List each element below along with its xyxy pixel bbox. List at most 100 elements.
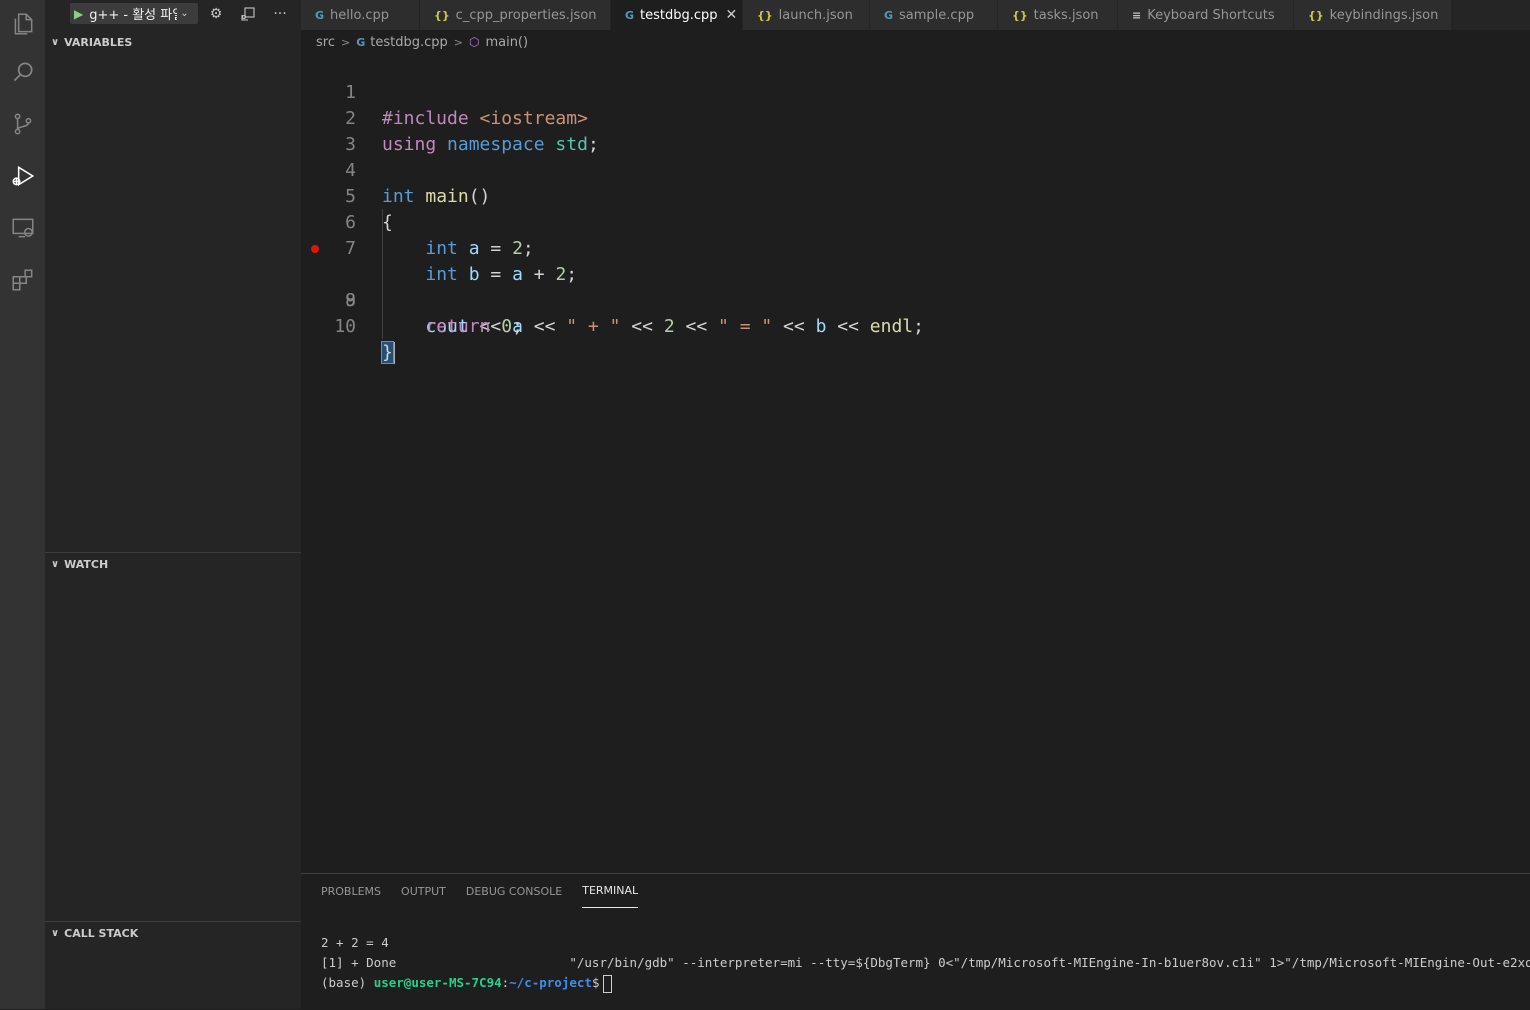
source-control-icon[interactable]	[0, 100, 45, 148]
token: b	[815, 316, 827, 337]
breadcrumb-file[interactable]: testdbg.cpp	[370, 35, 448, 50]
terminal-cursor	[603, 974, 613, 993]
json-file-icon: {}	[1308, 8, 1324, 22]
code-line[interactable]: 7 int b = a + 2;	[301, 210, 1530, 285]
debug-toolbar: ▶ g++ - 활성 파일 ⌄ ⚙ ···	[45, 0, 301, 28]
tab-keyboard-shortcuts[interactable]: ≡ Keyboard Shortcuts	[1118, 0, 1294, 30]
chevron-right-icon: >	[340, 35, 351, 49]
code-editor[interactable]: 1 #include <iostream> 2 using namespace …	[301, 54, 1530, 872]
breakpoint-icon[interactable]	[311, 245, 319, 253]
launch-config-label: g++ - 활성 파일	[89, 8, 178, 23]
cpp-file-icon: G	[356, 35, 366, 49]
token: 2	[663, 316, 675, 337]
explorer-icon[interactable]	[0, 0, 45, 48]
terminal-line: [1] + Done "/usr/bin/gdb" --interpreter=…	[321, 955, 1530, 970]
tab-sample-cpp[interactable]: G sample.cpp	[870, 0, 998, 30]
remote-explorer-icon[interactable]	[0, 204, 45, 252]
code-line[interactable]: 8 cout << a << " + " << 2 << " = " << b …	[301, 236, 1530, 337]
token: 0	[501, 316, 513, 337]
token: <<	[826, 316, 870, 337]
code-line[interactable]: 5 {	[301, 158, 1530, 233]
tab-output[interactable]: OUTPUT	[401, 874, 446, 908]
launch-config-dropdown[interactable]: ▶ g++ - 활성 파일 ⌄	[70, 3, 198, 24]
tab-label: keybindings.json	[1329, 7, 1439, 23]
breadcrumb: src > G testdbg.cpp > ⬡ main()	[316, 32, 528, 52]
prompt-env: (base)	[321, 975, 374, 990]
tab-launch-json[interactable]: {} launch.json	[743, 0, 870, 30]
token: <<	[522, 316, 567, 337]
token: ;	[512, 316, 523, 337]
symbol-method-icon: ⬡	[468, 35, 480, 49]
gear-icon[interactable]: ⚙	[206, 4, 226, 24]
code-line[interactable]: 9 return 0;	[301, 262, 1530, 337]
token: " + "	[566, 316, 621, 337]
token: }	[381, 341, 394, 364]
keybinding-list-icon: ≡	[1132, 8, 1142, 22]
cpp-file-icon: G	[884, 8, 894, 22]
code-line[interactable]: 4 int main()	[301, 132, 1530, 207]
tab-terminal[interactable]: TERMINAL	[582, 874, 639, 908]
breadcrumb-folder[interactable]: src	[316, 35, 335, 50]
tab-label: hello.cpp	[330, 7, 390, 23]
token: <<	[772, 316, 816, 337]
tab-label: sample.cpp	[899, 7, 975, 23]
search-icon[interactable]	[0, 48, 45, 96]
code-line[interactable]: 2 using namespace std;	[301, 80, 1530, 155]
extensions-icon[interactable]	[0, 256, 45, 304]
prompt-user: user@user-MS-7C94	[373, 975, 502, 990]
more-actions-icon[interactable]: ···	[270, 4, 290, 24]
code-line[interactable]: 3	[301, 106, 1530, 155]
tab-keybindings-json[interactable]: {} keybindings.json	[1294, 0, 1452, 30]
tab-problems[interactable]: PROBLEMS	[321, 874, 381, 908]
code-line[interactable]: 10 }	[301, 288, 1530, 364]
run-debug-icon[interactable]	[0, 152, 45, 200]
json-file-icon: {}	[1012, 8, 1028, 22]
variables-section-header[interactable]: ∨ VARIABLES	[45, 31, 301, 53]
token: return	[425, 316, 491, 337]
terminal-prompt[interactable]: (base) user@user-MS-7C94:~/c-project$	[321, 973, 1521, 993]
cpp-file-icon: G	[315, 8, 325, 22]
line-number[interactable]: 10	[301, 314, 356, 340]
start-debugging-icon[interactable]: ▶	[74, 7, 83, 21]
token: " = "	[718, 316, 773, 337]
tab-hello-cpp[interactable]: G hello.cpp	[301, 0, 420, 30]
editor-tabs: G hello.cpp {} c_cpp_properties.json G t…	[301, 0, 1530, 30]
chevron-down-icon: ⌄	[180, 8, 189, 19]
bottom-panel: PROBLEMS OUTPUT DEBUG CONSOLE TERMINAL 2…	[301, 873, 1530, 1010]
token: ;	[913, 316, 924, 337]
tab-testdbg-cpp[interactable]: G testdbg.cpp ✕	[611, 0, 743, 30]
token: <<	[620, 316, 664, 337]
close-icon[interactable]: ✕	[726, 7, 738, 23]
token: <<	[674, 316, 719, 337]
chevron-down-icon: ∨	[51, 36, 60, 48]
tab-label: Keyboard Shortcuts	[1147, 7, 1275, 23]
watch-section-header[interactable]: ∨ WATCH	[45, 552, 301, 575]
json-file-icon: {}	[757, 8, 773, 22]
terminal[interactable]: 2 + 2 = 4 [1] + Done "/usr/bin/gdb" --int…	[321, 933, 1530, 993]
chevron-down-icon: ∨	[51, 927, 60, 939]
tab-label: testdbg.cpp	[640, 7, 718, 23]
variables-section-title: VARIABLES	[64, 35, 133, 49]
prompt-path: ~/c-project	[509, 975, 592, 990]
text-cursor	[392, 342, 395, 364]
cpp-file-icon: G	[625, 8, 635, 22]
breadcrumb-symbol[interactable]: main()	[485, 35, 528, 50]
code-line[interactable]: 1 #include <iostream>	[301, 54, 1530, 129]
tab-label: c_cpp_properties.json	[455, 7, 597, 23]
token: endl	[869, 316, 914, 337]
tab-c-cpp-properties-json[interactable]: {} c_cpp_properties.json	[420, 0, 611, 30]
chevron-down-icon: ∨	[51, 558, 60, 570]
tab-label: tasks.json	[1033, 7, 1099, 23]
tab-debug-console[interactable]: DEBUG CONSOLE	[466, 874, 562, 908]
debug-console-icon[interactable]	[238, 4, 258, 24]
prompt-dollar: $	[591, 975, 600, 990]
tab-label: launch.json	[778, 7, 853, 23]
watch-section-title: WATCH	[64, 557, 109, 571]
debug-sidebar: ▶ g++ - 활성 파일 ⌄ ⚙ ··· ∨ VARIABLES ∨ WATC…	[45, 0, 301, 1009]
activity-bar	[0, 0, 45, 1009]
call-stack-section-header[interactable]: ∨ CALL STACK	[45, 921, 301, 944]
call-stack-section-title: CALL STACK	[64, 926, 139, 940]
code-line[interactable]: 6 int a = 2;	[301, 184, 1530, 259]
panel-tabs: PROBLEMS OUTPUT DEBUG CONSOLE TERMINAL	[321, 874, 658, 908]
tab-tasks-json[interactable]: {} tasks.json	[998, 0, 1118, 30]
